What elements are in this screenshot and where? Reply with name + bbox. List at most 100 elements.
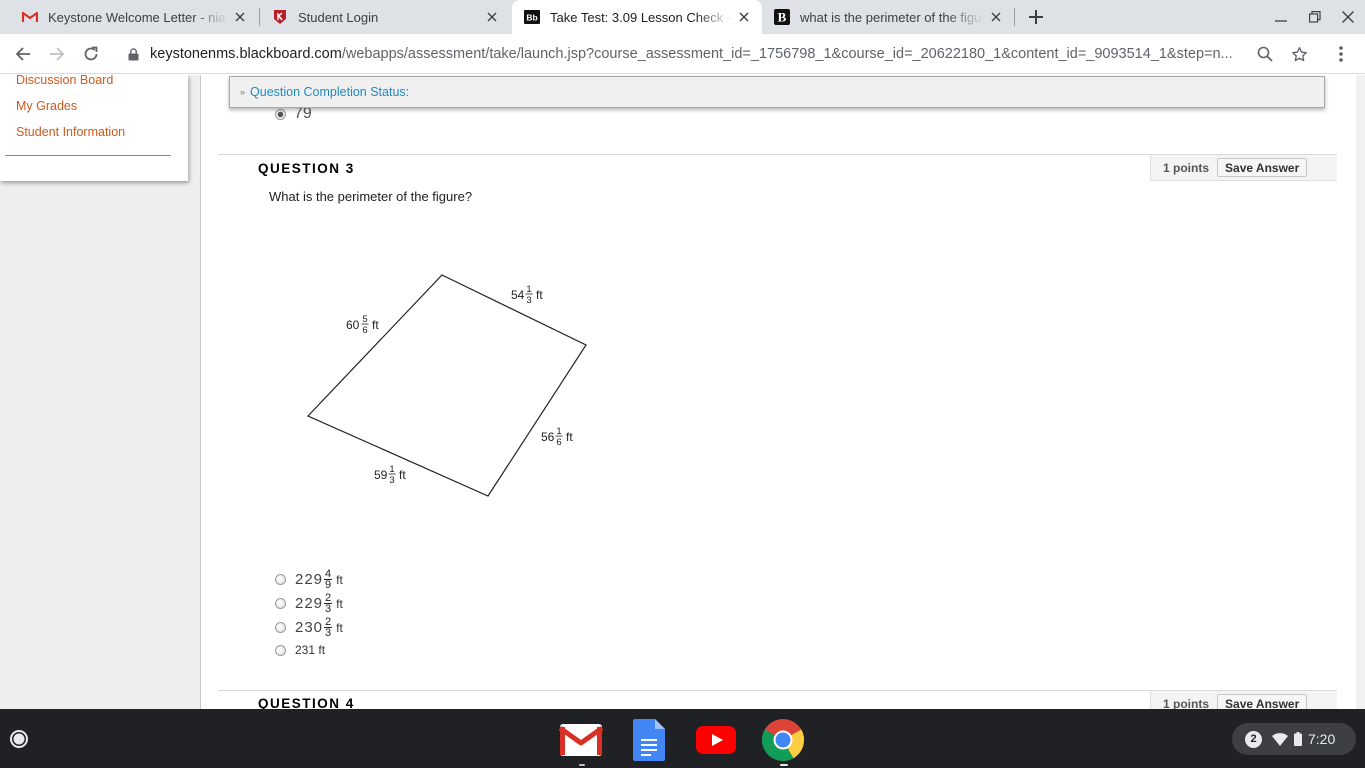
back-button[interactable] (11, 42, 35, 66)
menu-kebab-icon[interactable] (1329, 42, 1353, 66)
question-3-text: What is the perimeter of the figure? (269, 189, 473, 204)
side-label-bottom-right: 56 1 6 ft (541, 426, 573, 448)
running-indicator (579, 764, 585, 766)
choice-text: 231 ft (295, 643, 326, 657)
side-label-top-left: 60 5 6 ft (346, 314, 379, 336)
gmail-icon (22, 9, 38, 25)
answer-radio[interactable] (275, 622, 286, 633)
bookmark-star-icon[interactable] (1287, 42, 1311, 66)
chevron-down-icon: » (240, 87, 246, 97)
tab-gmail[interactable]: Keystone Welcome Letter - niaso (0, 0, 258, 34)
answer-radio-selected[interactable] (275, 108, 286, 120)
svg-text:1: 1 (556, 426, 561, 437)
status-tray[interactable]: 2 7:20 (1232, 723, 1356, 755)
choice-fraction: 49 (324, 569, 333, 591)
question-3-points-box: 1 points Save Answer (1150, 155, 1337, 181)
svg-text:Bb: Bb (526, 13, 537, 23)
svg-text:60: 60 (346, 318, 360, 332)
menu-item-my-grades[interactable]: My Grades (16, 99, 77, 113)
question-4-points-box: 1 points Save Answer (1150, 691, 1337, 709)
address-bar[interactable]: keystonenms.blackboard.com/webapps/asses… (114, 38, 1286, 70)
question-completion-status[interactable]: » Question Completion Status: (229, 76, 1325, 108)
notification-count-badge: 2 (1245, 730, 1262, 748)
svg-text:ft: ft (536, 288, 543, 302)
close-icon[interactable] (232, 9, 248, 25)
svg-text:1: 1 (389, 464, 394, 475)
tab-strip: Keystone Welcome Letter - niaso Student … (0, 0, 1365, 34)
answer-radio[interactable] (275, 598, 286, 609)
launcher-icon[interactable] (9, 729, 29, 749)
menu-item-discussion-board[interactable]: Discussion Board (16, 75, 113, 87)
save-answer-button[interactable]: Save Answer (1217, 694, 1308, 709)
svg-text:54: 54 (511, 288, 525, 302)
choice-whole: 229 (295, 571, 324, 588)
gmail-icon[interactable] (559, 718, 603, 762)
url-path: /webapps/assessment/take/launch.jsp?cour… (341, 46, 1233, 62)
close-icon[interactable] (988, 9, 1004, 25)
reload-button[interactable] (79, 42, 103, 66)
chrome-icon[interactable] (761, 718, 805, 762)
choice-unit: ft (336, 572, 343, 587)
fraction-denominator: 9 (325, 579, 332, 591)
youtube-icon[interactable] (694, 718, 738, 762)
fraction-denominator: 3 (325, 627, 332, 639)
save-answer-button[interactable]: Save Answer (1217, 158, 1308, 177)
tab-title: Take Test: 3.09 Lesson Check – (550, 9, 732, 25)
answer-radio[interactable] (275, 644, 286, 656)
tab-take-test[interactable]: Bb Take Test: 3.09 Lesson Check – (512, 0, 762, 34)
choice-fraction: 23 (324, 617, 333, 639)
zoom-icon[interactable] (1253, 42, 1277, 66)
new-tab-button[interactable] (1024, 5, 1048, 29)
menu-divider (5, 155, 171, 156)
points-label: 1 points (1163, 160, 1210, 175)
page-scrollbar[interactable] (1356, 75, 1365, 709)
browser-toolbar: keystonenms.blackboard.com/webapps/asses… (0, 34, 1365, 74)
forward-button[interactable] (45, 42, 69, 66)
answer-choice[interactable]: 229 49 ft (275, 569, 343, 591)
minimize-icon[interactable] (1270, 6, 1292, 28)
tab-title: what is the perimeter of the figur (800, 9, 984, 25)
close-icon[interactable] (484, 9, 500, 25)
running-indicator (780, 764, 788, 766)
points-label: 1 points (1163, 696, 1210, 710)
clock-time: 7:20 (1308, 731, 1336, 747)
answer-radio[interactable] (275, 574, 286, 585)
fraction-denominator: 3 (325, 603, 332, 615)
choice-fraction: 23 (324, 593, 333, 615)
choice-unit: ft (336, 596, 343, 611)
answer-choice[interactable]: 230 23 ft (275, 617, 343, 639)
choice-unit: ft (336, 620, 343, 635)
svg-text:ft: ft (399, 468, 406, 482)
menu-item-student-information[interactable]: Student Information (16, 125, 125, 139)
window-close-icon[interactable] (1337, 6, 1359, 28)
url-host: keystonenms.blackboard.com (150, 46, 342, 62)
question-4-title: QUESTION 4 (258, 696, 355, 709)
side-label-top-right: 54 1 3 ft (511, 284, 543, 306)
quadrilateral-figure: 60 5 6 ft 54 1 3 ft 56 1 6 ft 59 1 3 ft (296, 264, 606, 509)
battery-icon (1294, 732, 1302, 746)
svg-text:1: 1 (526, 284, 531, 295)
svg-text:3: 3 (526, 295, 531, 306)
blackboard-icon: Bb (524, 9, 540, 25)
svg-text:56: 56 (541, 430, 555, 444)
choice-whole: 230 (295, 619, 324, 636)
answer-choice[interactable]: 229 23 ft (275, 593, 343, 615)
tab-student-login[interactable]: Student Login (260, 0, 510, 34)
wifi-icon (1272, 732, 1288, 746)
course-menu: Discussion Board My Grades Student Infor… (0, 75, 188, 181)
close-icon[interactable] (736, 9, 752, 25)
tab-title: Keystone Welcome Letter - niaso (48, 9, 228, 25)
svg-text:ft: ft (566, 430, 573, 444)
svg-text:3: 3 (389, 475, 394, 486)
url-text[interactable]: keystonenms.blackboard.com/webapps/asses… (150, 46, 1250, 62)
lock-icon[interactable] (126, 47, 140, 61)
tab-separator (1014, 8, 1015, 26)
svg-text:5: 5 (362, 314, 367, 325)
choice-whole: 229 (295, 595, 324, 612)
answer-choice[interactable]: 231 ft (275, 643, 325, 657)
restore-icon[interactable] (1304, 6, 1326, 28)
tab-title: Student Login (298, 9, 379, 25)
tab-brainly[interactable]: B what is the perimeter of the figur (764, 0, 1014, 34)
quadrilateral-shape (306, 274, 587, 497)
google-docs-icon[interactable] (627, 718, 671, 762)
